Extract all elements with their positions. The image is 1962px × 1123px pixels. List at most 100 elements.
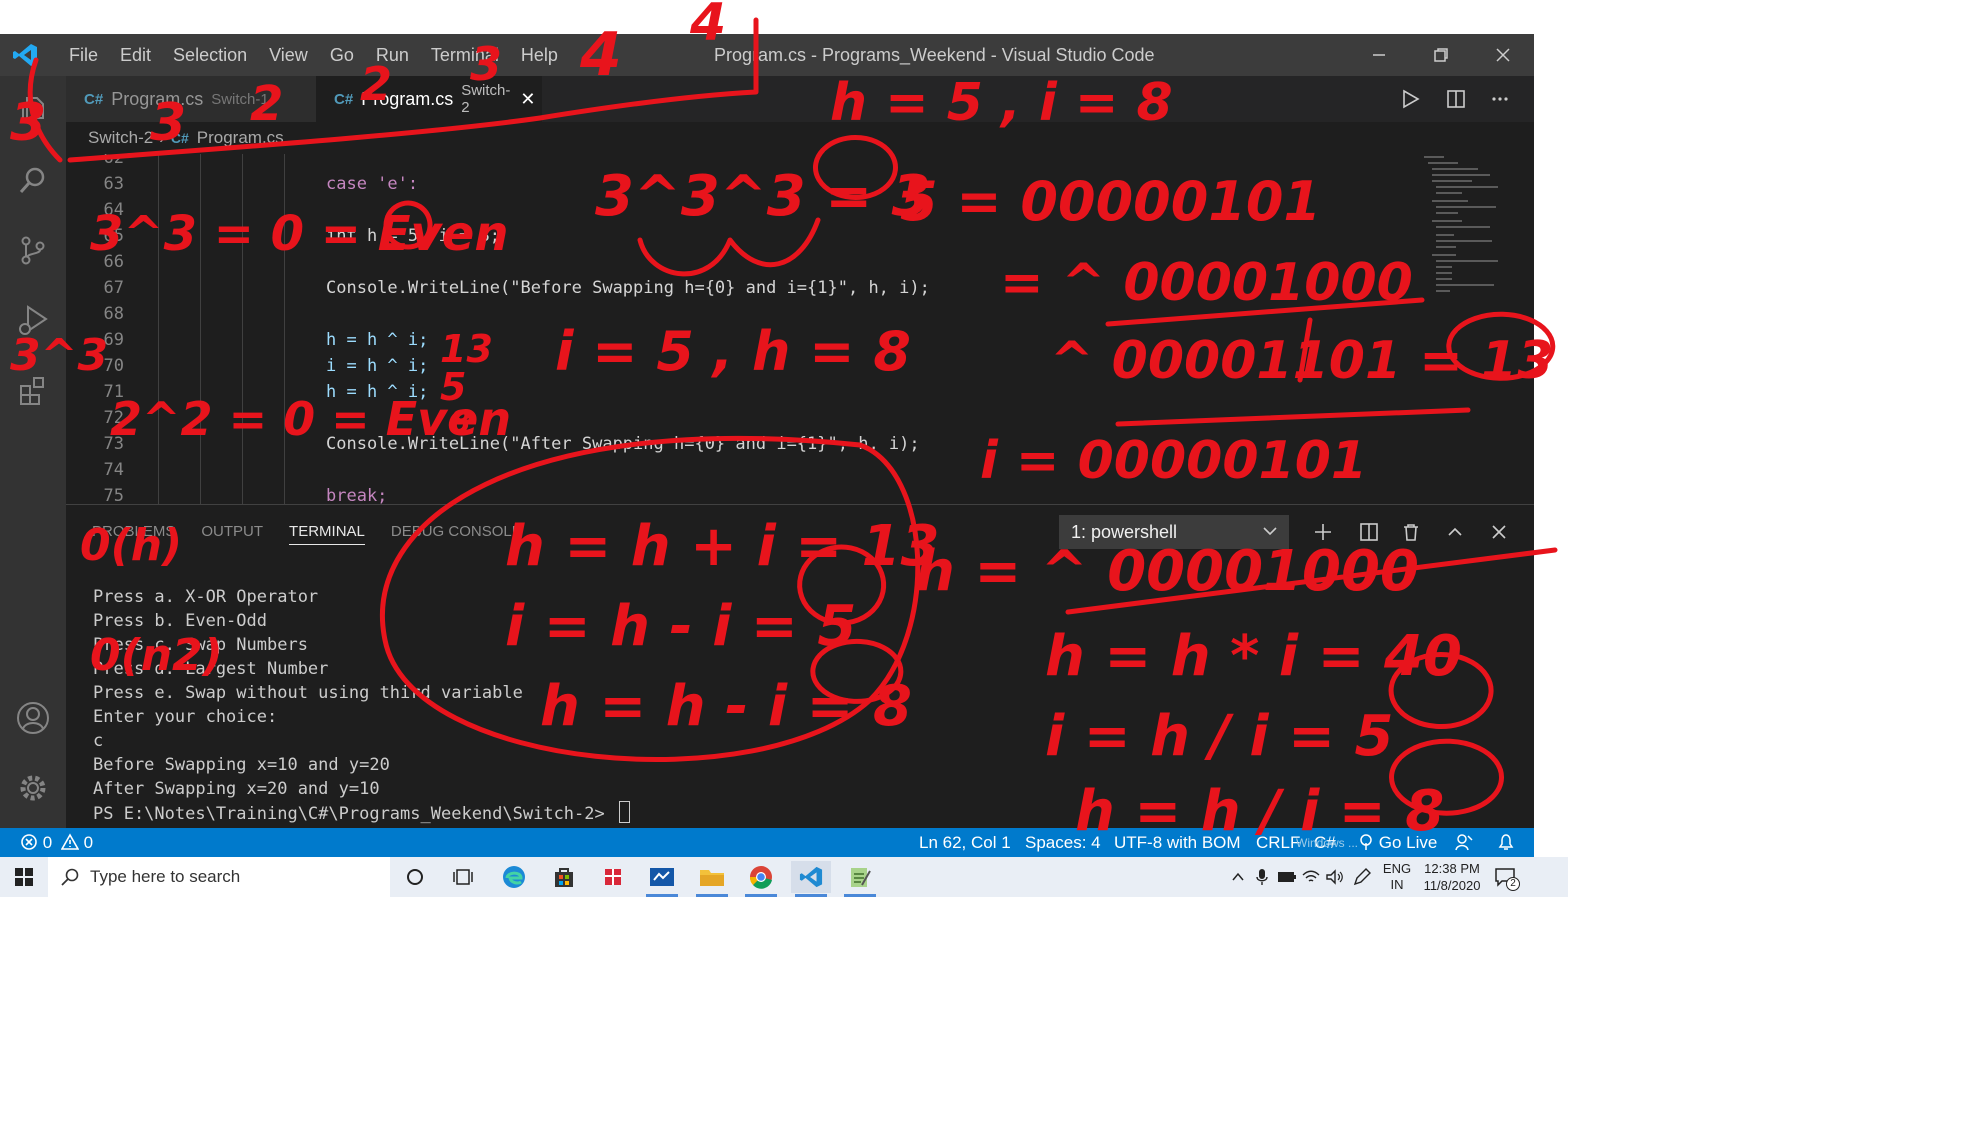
store-taskbar-button[interactable] bbox=[544, 861, 584, 893]
feedback-icon bbox=[1455, 834, 1473, 851]
whiteboard-taskbar-button[interactable] bbox=[642, 861, 682, 897]
breadcrumb-folder[interactable]: Switch-2 bbox=[88, 128, 153, 148]
menu-run[interactable]: Run bbox=[365, 34, 420, 76]
tab-description: Switch-1 bbox=[211, 90, 269, 108]
cortana-circle-icon bbox=[407, 869, 423, 885]
indentation[interactable]: Spaces: 4 bbox=[1025, 828, 1101, 857]
terminal-line: Press e. Swap without using third variab… bbox=[93, 683, 523, 703]
line-number: 73 bbox=[103, 434, 124, 454]
warning-icon bbox=[60, 833, 80, 850]
line-number: 65 bbox=[103, 226, 124, 246]
terminal-line: Before Swapping x=10 and y=20 bbox=[93, 755, 390, 775]
code-editor[interactable]: 62 63 64 65 66 67 68 69 70 71 72 73 74 7… bbox=[66, 154, 1534, 504]
minimize-icon bbox=[1373, 54, 1385, 56]
more-actions-button[interactable] bbox=[1478, 76, 1522, 122]
vscode-taskbar-button[interactable] bbox=[791, 861, 831, 897]
maximize-panel-button[interactable] bbox=[1435, 515, 1475, 549]
edge-taskbar-button[interactable] bbox=[494, 861, 534, 893]
menu-selection[interactable]: Selection bbox=[162, 34, 258, 76]
account-button[interactable] bbox=[13, 698, 53, 738]
split-terminal-button[interactable] bbox=[1349, 515, 1389, 549]
code-line: i = h ^ i; bbox=[326, 356, 429, 376]
chrome-taskbar-button[interactable] bbox=[741, 861, 781, 897]
cursor-position[interactable]: Ln 62, Col 1 bbox=[919, 828, 1011, 857]
problems-indicator[interactable]: 0 0 bbox=[20, 828, 93, 857]
panel-tabs: PROBLEMS OUTPUT TERMINAL DEBUG CONSOLE bbox=[92, 505, 522, 557]
encoding[interactable]: UTF-8 with BOM bbox=[1114, 828, 1241, 857]
code-line: h = h ^ i; bbox=[326, 330, 429, 350]
tab-debug-console[interactable]: DEBUG CONSOLE bbox=[391, 523, 522, 540]
go-live-button[interactable]: Go Live bbox=[1358, 828, 1437, 857]
search-icon bbox=[19, 167, 45, 193]
microphone-tray-icon[interactable] bbox=[1252, 857, 1272, 897]
gift-app-taskbar-button[interactable] bbox=[593, 861, 633, 893]
volume-tray-icon[interactable] bbox=[1324, 857, 1346, 897]
battery-tray-icon[interactable] bbox=[1276, 857, 1298, 897]
go-live-label: Go Live bbox=[1378, 833, 1438, 852]
minimap[interactable] bbox=[1424, 154, 1518, 504]
search-button[interactable] bbox=[13, 160, 53, 200]
minimize-button[interactable] bbox=[1348, 34, 1410, 76]
terminal-line: Press d. Largest Number bbox=[93, 659, 329, 679]
pen-workspace-tray-icon[interactable] bbox=[1350, 857, 1374, 897]
notepad-taskbar-button[interactable] bbox=[840, 861, 880, 897]
region-code: IN bbox=[1390, 877, 1404, 892]
menu-edit[interactable]: Edit bbox=[109, 34, 162, 76]
cortana-button[interactable] bbox=[395, 861, 435, 893]
menu-go[interactable]: Go bbox=[319, 34, 365, 76]
split-editor-button[interactable] bbox=[1434, 76, 1478, 122]
line-number: 74 bbox=[103, 460, 124, 480]
extensions-button[interactable] bbox=[13, 370, 53, 410]
menu-terminal[interactable]: Terminal bbox=[420, 34, 510, 76]
kill-terminal-button[interactable] bbox=[1391, 515, 1431, 549]
indent-guide bbox=[158, 154, 159, 504]
start-button[interactable] bbox=[4, 861, 44, 893]
tab-program-switch-2[interactable]: C# Program.cs Switch-2 ✕ bbox=[316, 76, 542, 122]
run-debug-button[interactable] bbox=[13, 300, 53, 340]
taskbar-search-box[interactable]: Type here to search bbox=[48, 857, 390, 897]
menu-view[interactable]: View bbox=[258, 34, 319, 76]
code-line: h = h ^ i; bbox=[326, 382, 429, 402]
wifi-tray-icon[interactable] bbox=[1300, 857, 1322, 897]
wifi-icon bbox=[1302, 870, 1320, 882]
restore-button[interactable] bbox=[1410, 34, 1472, 76]
csharp-file-icon: C# bbox=[170, 130, 189, 146]
source-control-button[interactable] bbox=[13, 230, 53, 270]
line-number: 72 bbox=[103, 408, 124, 428]
terminal-output[interactable]: Press a. X-OR Operator Press b. Even-Odd P… bbox=[93, 585, 630, 826]
csharp-file-icon: C# bbox=[84, 90, 104, 108]
run-icon bbox=[1403, 89, 1420, 109]
windows-logo-icon bbox=[15, 868, 33, 886]
show-hidden-icons-button[interactable] bbox=[1228, 857, 1248, 897]
breadcrumb-file[interactable]: Program.cs bbox=[197, 128, 284, 148]
error-count: 0 bbox=[42, 833, 53, 852]
tab-terminal[interactable]: TERMINAL bbox=[289, 523, 365, 545]
task-view-button[interactable] bbox=[443, 861, 483, 893]
explorer-button[interactable] bbox=[13, 90, 53, 130]
close-panel-button[interactable] bbox=[1479, 515, 1519, 549]
run-button[interactable] bbox=[1388, 76, 1432, 122]
terminal-cursor bbox=[618, 801, 630, 823]
line-ending[interactable]: CRLF bbox=[1256, 828, 1300, 857]
tab-output[interactable]: OUTPUT bbox=[201, 523, 263, 540]
close-tab-icon[interactable]: ✕ bbox=[520, 89, 535, 110]
menu-help[interactable]: Help bbox=[510, 34, 569, 76]
close-window-button[interactable] bbox=[1472, 34, 1534, 76]
chrome-icon bbox=[749, 866, 772, 889]
tab-program-switch-1[interactable]: C# Program.cs Switch-1 bbox=[66, 76, 316, 122]
settings-button[interactable] bbox=[13, 768, 53, 808]
file-explorer-taskbar-button[interactable] bbox=[692, 861, 732, 897]
broadcast-icon bbox=[1360, 834, 1372, 850]
clock[interactable]: 12:38 PM 11/8/2020 bbox=[1416, 857, 1488, 897]
clock-date: 11/8/2020 bbox=[1423, 878, 1481, 893]
run-debug-icon bbox=[19, 305, 48, 335]
menu-file[interactable]: File bbox=[58, 34, 109, 76]
terminal-line: Press a. X-OR Operator bbox=[93, 587, 319, 607]
tab-problems[interactable]: PROBLEMS bbox=[92, 523, 175, 540]
new-terminal-button[interactable] bbox=[1303, 515, 1343, 549]
input-language-indicator[interactable]: ENG IN bbox=[1380, 857, 1414, 897]
code-line: break; bbox=[326, 486, 388, 504]
window-title: Program.cs - Programs_Weekend - Visual S… bbox=[714, 45, 1155, 65]
terminal-select[interactable]: 1: powershell bbox=[1059, 515, 1289, 549]
action-center-button[interactable]: 2 bbox=[1490, 857, 1520, 897]
